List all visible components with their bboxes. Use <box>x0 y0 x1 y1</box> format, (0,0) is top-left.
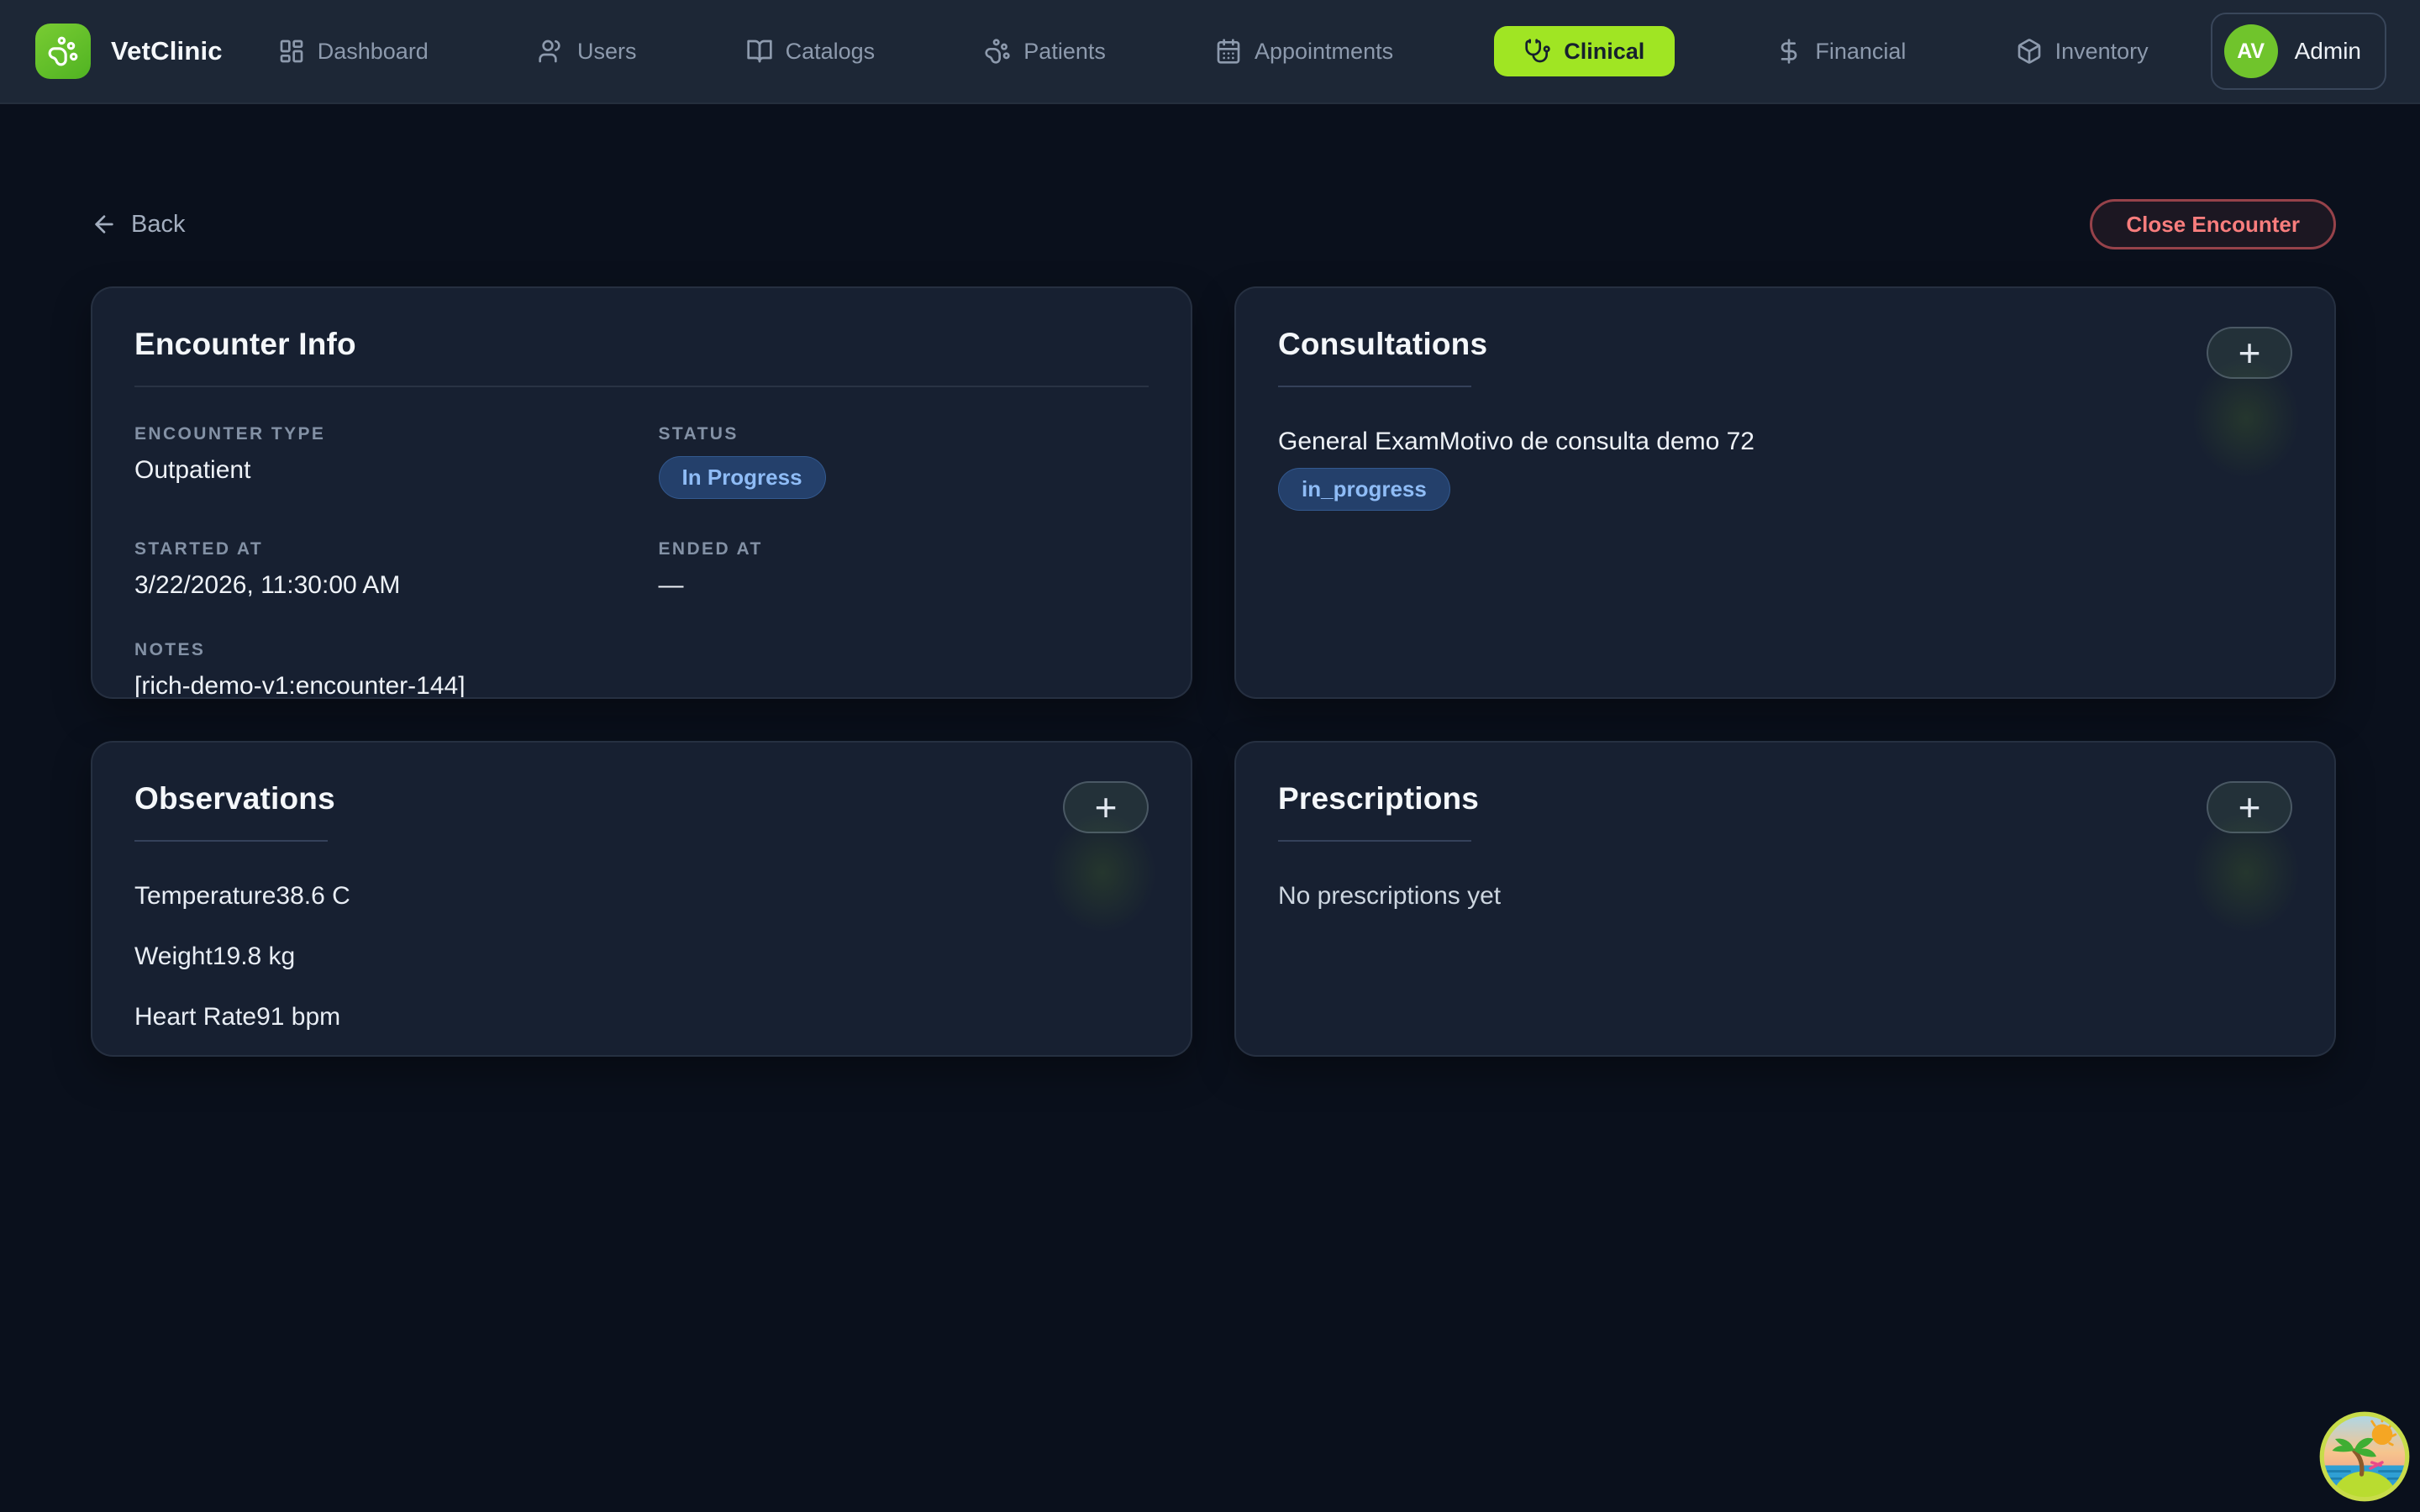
back-button[interactable]: Back <box>91 211 185 239</box>
nav-item-clinical[interactable]: Clinical <box>1494 26 1675 76</box>
users-icon <box>538 38 565 65</box>
field-value: 3/22/2026, 11:30:00 AM <box>134 571 625 600</box>
nav-item-label: Appointments <box>1255 39 1393 65</box>
field-label: STARTED AT <box>134 539 625 559</box>
field-ended-at: ENDED AT — <box>659 539 1150 600</box>
main-nav: Dashboard Users Catalogs Patients <box>270 24 2157 78</box>
top-navigation: VetClinic Dashboard Users Catalogs <box>0 0 2420 104</box>
field-status: STATUS In Progress <box>659 424 1150 499</box>
field-value: Outpatient <box>134 456 625 485</box>
island-emoji-badge[interactable] <box>2317 1410 2412 1504</box>
nav-item-label: Clinical <box>1564 39 1644 65</box>
vetclinic-logo <box>35 24 91 79</box>
desert-island-icon <box>2317 1410 2412 1504</box>
encounter-detail-page: Back Close Encounter Encounter Info ENCO… <box>0 104 2420 1057</box>
stethoscope-icon <box>1524 38 1551 65</box>
observations-list: Temperature38.6 C Weight19.8 kg Heart Ra… <box>134 882 1149 1032</box>
nav-item-users[interactable]: Users <box>529 24 645 78</box>
encounter-info-card: Encounter Info ENCOUNTER TYPE Outpatient… <box>91 286 1192 699</box>
consultations-list: General ExamMotivo de consulta demo 72 i… <box>1278 428 2292 511</box>
prescriptions-header: Prescriptions + <box>1278 781 2292 842</box>
title-divider <box>1278 840 1471 842</box>
close-encounter-button[interactable]: Close Encounter <box>2090 199 2336 249</box>
consultation-list-item[interactable]: General ExamMotivo de consulta demo 72 i… <box>1278 428 2292 511</box>
observations-header: Observations + <box>134 781 1149 842</box>
card-title: Observations <box>134 781 335 816</box>
nav-item-label: Dashboard <box>318 39 429 65</box>
avatar: AV <box>2224 24 2278 78</box>
field-label: ENCOUNTER TYPE <box>134 424 625 444</box>
add-prescription-button[interactable]: + <box>2207 781 2292 833</box>
nav-item-label: Catalogs <box>786 39 876 65</box>
encounter-info-header: Encounter Info <box>134 327 1149 387</box>
field-label: STATUS <box>659 424 1150 444</box>
observation-list-item: Weight19.8 kg <box>134 942 1149 971</box>
nav-item-patients[interactable]: Patients <box>976 24 1114 78</box>
observation-list-item: Temperature38.6 C <box>134 882 1149 911</box>
observation-list-item: Heart Rate91 bpm <box>134 1003 1149 1032</box>
paw-icon <box>47 35 79 67</box>
nav-item-label: Financial <box>1815 39 1906 65</box>
field-label: NOTES <box>134 640 1149 660</box>
brand-name: VetClinic <box>111 36 223 66</box>
field-notes: NOTES [rich-demo-v1:encounter-144] <box>134 640 1149 699</box>
consultation-status-badge: in_progress <box>1278 468 1450 511</box>
prescriptions-list: No prescriptions yet <box>1278 882 2292 911</box>
status-badge: In Progress <box>659 456 826 499</box>
consultations-card: Consultations + General ExamMotivo de co… <box>1234 286 2336 699</box>
nav-item-dashboard[interactable]: Dashboard <box>270 24 437 78</box>
prescriptions-card: Prescriptions + No prescriptions yet <box>1234 741 2336 1057</box>
observations-card: Observations + Temperature38.6 C Weight1… <box>91 741 1192 1057</box>
field-started-at: STARTED AT 3/22/2026, 11:30:00 AM <box>134 539 625 600</box>
nav-item-financial[interactable]: Financial <box>1767 24 1914 78</box>
add-consultation-button[interactable]: + <box>2207 327 2292 379</box>
card-title: Encounter Info <box>134 327 1149 362</box>
back-label: Back <box>131 211 185 239</box>
admin-user-chip[interactable]: AV Admin <box>2211 13 2386 90</box>
admin-label: Admin <box>2295 38 2361 65</box>
consultations-header: Consultations + <box>1278 327 2292 387</box>
nav-item-appointments[interactable]: Appointments <box>1207 24 1402 78</box>
dollar-icon <box>1776 38 1802 65</box>
paw-icon <box>984 38 1011 65</box>
field-value: — <box>659 571 1150 600</box>
page-toolbar: Back Close Encounter <box>91 199 2336 249</box>
field-value: [rich-demo-v1:encounter-144] <box>134 672 1149 699</box>
cards-grid: Encounter Info ENCOUNTER TYPE Outpatient… <box>91 286 2336 1057</box>
nav-item-label: Inventory <box>2055 39 2149 65</box>
consultation-name: General ExamMotivo de consulta demo 72 <box>1278 428 2292 456</box>
arrow-left-icon <box>91 211 118 238</box>
nav-item-inventory[interactable]: Inventory <box>2007 24 2157 78</box>
nav-item-catalogs[interactable]: Catalogs <box>738 24 884 78</box>
title-divider <box>134 840 328 842</box>
field-label: ENDED AT <box>659 539 1150 559</box>
nav-item-label: Patients <box>1023 39 1106 65</box>
empty-state-message: No prescriptions yet <box>1278 882 2292 911</box>
field-encounter-type: ENCOUNTER TYPE Outpatient <box>134 424 625 499</box>
dashboard-icon <box>278 38 305 65</box>
card-title: Consultations <box>1278 327 1487 362</box>
calendar-icon <box>1215 38 1242 65</box>
nav-item-label: Users <box>577 39 637 65</box>
encounter-info-fields: ENCOUNTER TYPE Outpatient STATUS In Prog… <box>134 424 1149 699</box>
book-open-icon <box>746 38 773 65</box>
package-icon <box>2016 38 2043 65</box>
card-title: Prescriptions <box>1278 781 1479 816</box>
brand[interactable]: VetClinic <box>35 24 223 79</box>
add-observation-button[interactable]: + <box>1063 781 1149 833</box>
title-divider <box>1278 386 1471 387</box>
